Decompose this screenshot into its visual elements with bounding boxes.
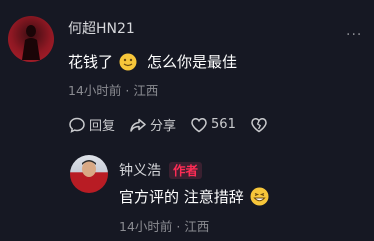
comment-time: 14小时前 [68, 83, 122, 98]
comment-text-after: 怎么你是最佳 [147, 53, 238, 71]
comment-meta: 14小时前 · 江西 [68, 83, 159, 98]
dislike-button[interactable] [250, 116, 268, 134]
share-icon [130, 118, 146, 132]
like-count: 561 [211, 117, 236, 132]
comment-actions: 回复 分享 561 [68, 115, 268, 134]
more-options-icon[interactable]: ··· [346, 27, 362, 43]
comment-text-before: 花钱了 [68, 53, 114, 71]
reply-header: 钟义浩 作者 [119, 160, 203, 180]
reply-text: 官方评的 注意措辞 [119, 186, 269, 207]
reply-meta: 14小时前 · 江西 [119, 219, 210, 234]
reply-username[interactable]: 钟义浩 [119, 160, 161, 180]
reply-label: 回复 [89, 119, 116, 134]
comment-text: 花钱了 怎么你是最佳 [68, 51, 237, 72]
heart-icon [191, 117, 207, 132]
share-button[interactable]: 分享 [129, 115, 176, 134]
broken-heart-icon [251, 117, 267, 132]
reply-time: 14小时前 [119, 219, 173, 234]
grin-emoji-icon [250, 187, 269, 206]
reply-avatar[interactable] [70, 155, 108, 193]
reply-button[interactable]: 回复 [68, 115, 115, 134]
author-badge: 作者 [169, 161, 203, 179]
avatar-figure-icon [22, 25, 40, 60]
reply-text-main: 官方评的 注意措辞 [119, 188, 244, 206]
avatar-face-icon [82, 160, 96, 177]
reply-location: 江西 [184, 219, 210, 234]
comment-location: 江西 [133, 83, 159, 98]
smile-emoji-icon [119, 53, 137, 71]
reply-icon [69, 117, 85, 133]
share-label: 分享 [150, 119, 177, 134]
comment-username[interactable]: 何超HN21 [68, 18, 135, 38]
like-button[interactable]: 561 [190, 116, 236, 134]
avatar[interactable] [8, 16, 54, 62]
